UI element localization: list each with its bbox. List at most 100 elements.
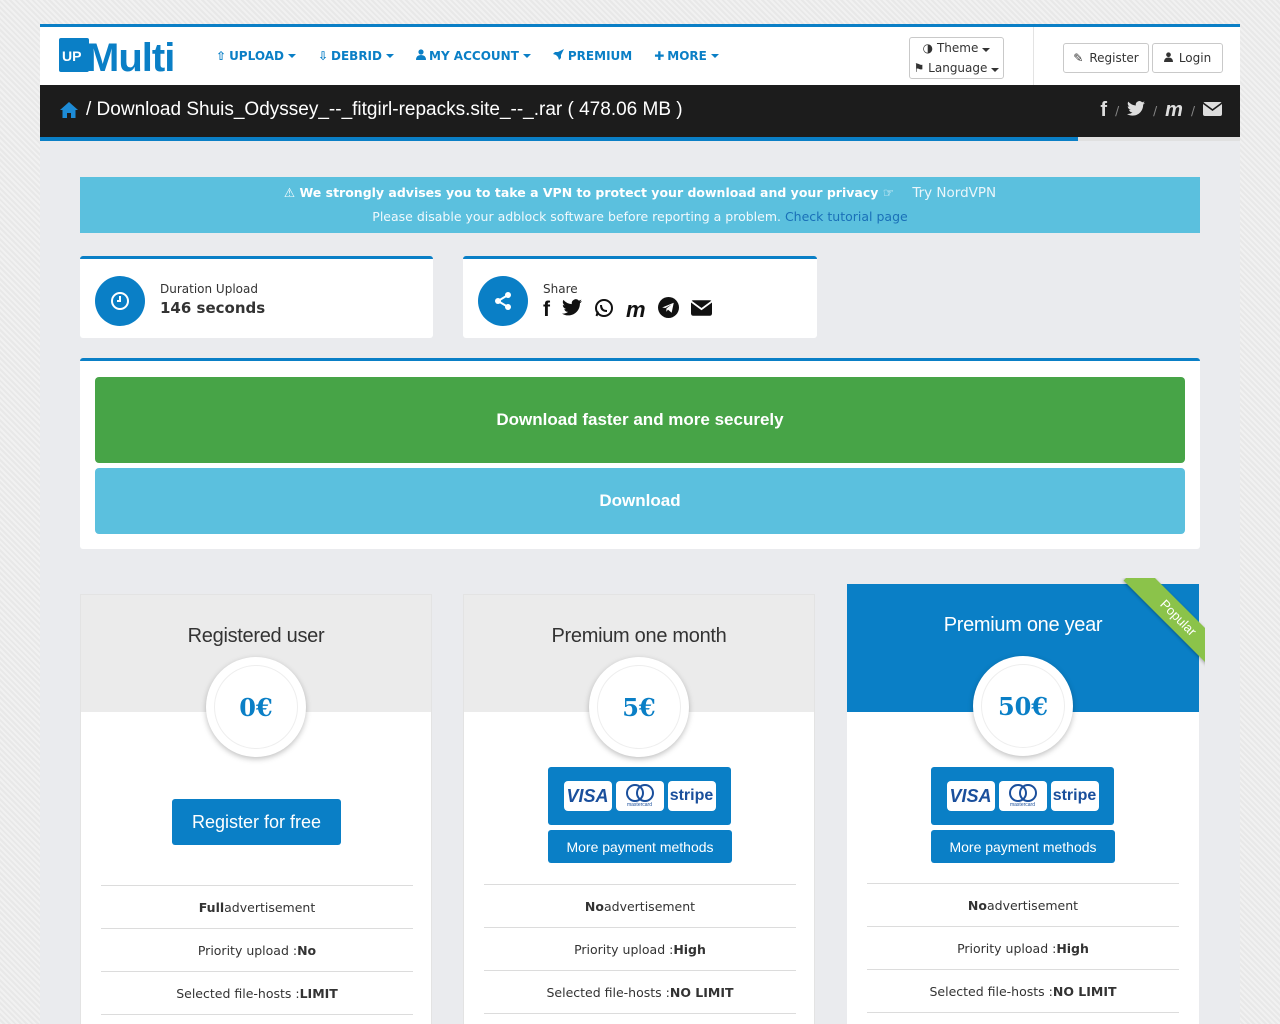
- logo-main-text: Multi: [86, 37, 174, 75]
- telegram-icon[interactable]: [657, 297, 679, 322]
- plan-price: 50€: [981, 664, 1065, 748]
- caret-down-icon: [710, 53, 719, 58]
- plan-price-badge: 0€: [206, 657, 306, 757]
- register-free-button[interactable]: Register for free: [172, 799, 341, 845]
- feature-file-hosts: Selected file-hosts : LIMIT: [101, 971, 413, 1014]
- feature-value: High: [1056, 940, 1089, 956]
- nav-upload-label: UPLOAD: [229, 48, 284, 63]
- nav-debrid[interactable]: ⇩ DEBRID: [318, 48, 394, 63]
- feature-label: advertisement: [603, 898, 696, 914]
- register-button[interactable]: ✎ Register: [1063, 43, 1149, 73]
- mastercard-label: mastercard: [1009, 802, 1035, 808]
- email-icon[interactable]: [690, 299, 713, 320]
- nav-premium[interactable]: PREMIUM: [552, 48, 632, 63]
- feature-value: NO LIMIT: [1052, 983, 1117, 999]
- login-button[interactable]: Login: [1152, 43, 1223, 73]
- adblock-text: Please disable your adblock software bef…: [372, 209, 781, 224]
- feature-priority-upload: Priority upload : High: [867, 926, 1179, 969]
- caret-down-icon: [386, 53, 394, 58]
- tutorial-link[interactable]: Check tutorial page: [785, 209, 908, 224]
- theme-language-group: ◑ Theme ⚑ Language: [909, 37, 1004, 79]
- feature-value: No: [967, 897, 987, 913]
- feature-value: No: [297, 942, 317, 958]
- mix-icon[interactable]: m: [1165, 99, 1183, 122]
- twitter-icon[interactable]: [562, 299, 582, 320]
- facebook-icon[interactable]: f: [1100, 99, 1107, 122]
- vpn-alert-text: We strongly advises you to take a VPN to…: [299, 185, 879, 200]
- top-navbar: UP Multi ⇧ UPLOAD ⇩ DEBRID MY ACCOUNT PR…: [40, 27, 1240, 85]
- plan-features: No advertisement Priority upload : High …: [867, 883, 1179, 1013]
- caret-down-icon: [991, 68, 1000, 72]
- feature-advertisement: No advertisement: [484, 884, 796, 927]
- visa-logo: VISA: [946, 781, 995, 811]
- more-payment-methods-button[interactable]: More payment methods: [548, 830, 732, 863]
- share-icon-list: f m: [543, 297, 713, 322]
- separator: /: [1153, 103, 1158, 118]
- theme-label: Theme: [936, 41, 979, 55]
- nordvpn-link[interactable]: Try NordVPN: [912, 185, 996, 201]
- card-payment-button[interactable]: VISA mastercard stripe: [548, 767, 731, 825]
- card-payment-button[interactable]: VISA mastercard stripe: [931, 767, 1114, 825]
- feature-divider: [484, 1013, 796, 1014]
- feature-divider: [867, 1012, 1179, 1013]
- twitter-icon[interactable]: [1127, 101, 1146, 120]
- mastercard-logo: mastercard: [615, 781, 664, 811]
- download-button[interactable]: Download: [95, 468, 1185, 534]
- plan-registered-user: Registered user 0€ Register for free Ful…: [80, 594, 432, 1024]
- page-title: / Download Shuis_Odyssey_--_fitgirl-repa…: [86, 99, 683, 120]
- feature-priority-upload: Priority upload : No: [101, 928, 413, 971]
- user-icon: [1163, 51, 1173, 65]
- popular-ribbon-label: Popular: [1123, 578, 1205, 673]
- title-bar: / Download Shuis_Odyssey_--_fitgirl-repa…: [40, 85, 1240, 137]
- warning-icon: ⚠: [283, 185, 296, 200]
- download-faster-button[interactable]: Download faster and more securely: [95, 377, 1185, 463]
- popular-ribbon: Popular: [1105, 578, 1205, 678]
- nav-upload[interactable]: ⇧ UPLOAD: [216, 48, 296, 63]
- share-card: Share f m: [463, 256, 817, 338]
- header-share-links: f / / m /: [1100, 99, 1223, 122]
- plan-features: Full advertisement Priority upload : No …: [101, 885, 413, 1015]
- language-dropdown[interactable]: ⚑ Language: [910, 58, 1003, 78]
- feature-advertisement: Full advertisement: [101, 885, 413, 928]
- feature-label: Selected file-hosts :: [929, 983, 1053, 999]
- more-payment-methods-button[interactable]: More payment methods: [931, 830, 1115, 863]
- page-container: UP Multi ⇧ UPLOAD ⇩ DEBRID MY ACCOUNT PR…: [40, 24, 1240, 1024]
- stripe-logo: stripe: [667, 781, 716, 811]
- feature-label: Priority upload :: [197, 942, 298, 958]
- upload-progress-fill: [40, 137, 1078, 141]
- theme-dropdown[interactable]: ◑ Theme: [910, 38, 1003, 58]
- plan-price: 0€: [214, 665, 298, 749]
- feature-value: NO LIMIT: [669, 984, 734, 1000]
- plan-name: Premium one month: [551, 625, 727, 647]
- header-divider: [1033, 27, 1034, 85]
- facebook-icon[interactable]: f: [543, 299, 550, 320]
- feature-label: advertisement: [224, 899, 316, 915]
- plan-price-badge: 5€: [589, 657, 689, 757]
- site-logo[interactable]: UP Multi: [59, 37, 177, 75]
- feature-file-hosts: Selected file-hosts : NO LIMIT: [484, 970, 796, 1013]
- mix-icon[interactable]: m: [626, 298, 646, 320]
- nav-my-account-label: MY ACCOUNT: [429, 48, 519, 63]
- caret-down-icon: [982, 48, 991, 52]
- feature-label: Selected file-hosts :: [546, 984, 670, 1000]
- share-label: Share: [543, 282, 578, 296]
- adblock-notice: Please disable your adblock software bef…: [80, 209, 1200, 224]
- whatsapp-icon[interactable]: [594, 298, 614, 322]
- email-icon[interactable]: [1202, 101, 1223, 120]
- mastercard-label: mastercard: [626, 802, 652, 808]
- visa-logo: VISA: [563, 781, 612, 811]
- flag-icon: ⚑: [913, 61, 925, 75]
- feature-divider: [101, 1014, 413, 1015]
- nav-my-account[interactable]: MY ACCOUNT: [416, 48, 531, 63]
- upload-progress-bar: [40, 137, 1240, 141]
- user-icon: [416, 48, 426, 63]
- feature-label: Priority upload :: [574, 941, 674, 957]
- home-icon[interactable]: [60, 99, 78, 123]
- feature-label: Priority upload :: [957, 940, 1057, 956]
- duration-value: 146 seconds: [160, 299, 266, 317]
- feature-priority-upload: Priority upload : High: [484, 927, 796, 970]
- nav-more[interactable]: ✚ MORE: [654, 48, 719, 63]
- contrast-icon: ◑: [922, 41, 934, 55]
- download-icon: ⇩: [317, 48, 329, 63]
- feature-value: LIMIT: [299, 985, 338, 1001]
